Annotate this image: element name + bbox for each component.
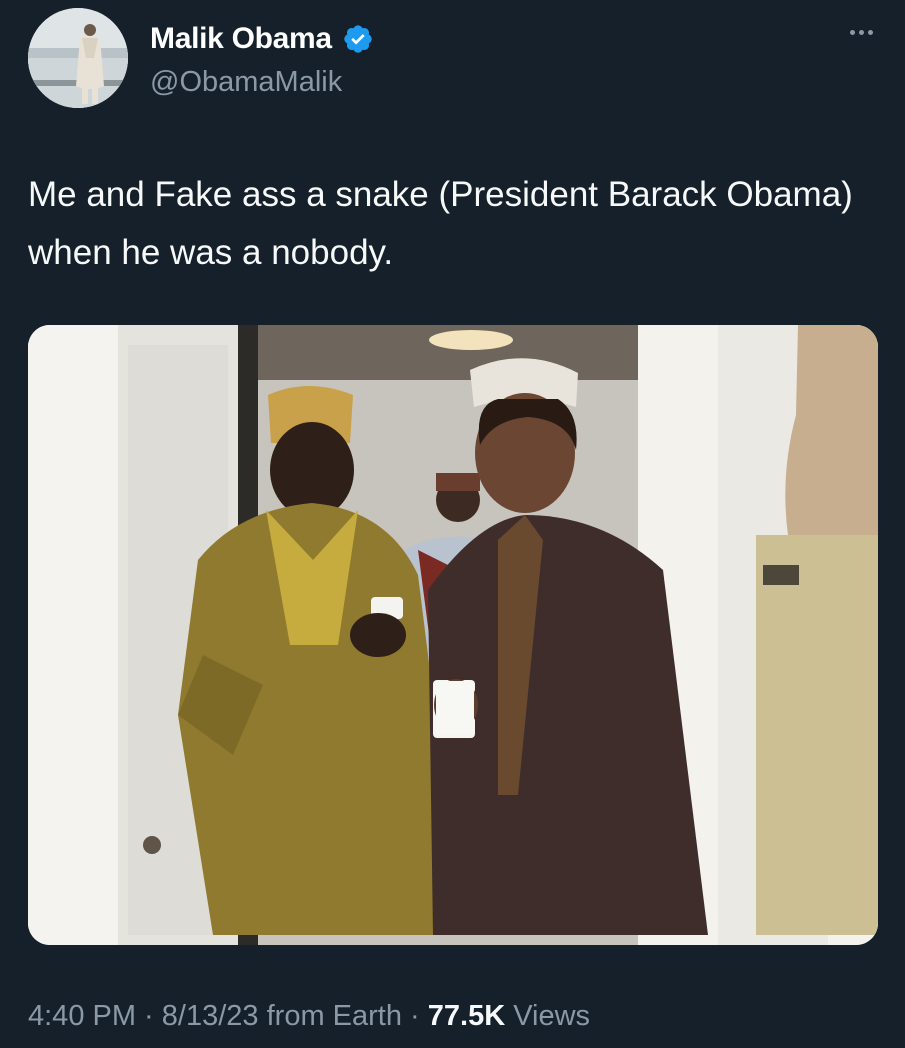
meta-separator: ·: [136, 1000, 162, 1032]
views-count[interactable]: 77.5K: [428, 1000, 505, 1032]
tweet-time[interactable]: 4:40 PM: [28, 1000, 136, 1032]
more-dot: [859, 30, 864, 35]
tweet-text: Me and Fake ass a snake (President Barac…: [28, 175, 853, 272]
tweet-card: Malik Obama @ObamaMalik Me and Fake ass …: [0, 0, 905, 1048]
more-dot: [868, 30, 873, 35]
avatar[interactable]: [28, 8, 128, 108]
author-handle[interactable]: @ObamaMalik: [150, 66, 342, 99]
tweet-source: from Earth: [258, 1000, 402, 1032]
author-name-row[interactable]: Malik Obama: [150, 22, 374, 56]
more-dot: [850, 30, 855, 35]
avatar-image: [28, 8, 128, 108]
photo-image: [28, 325, 878, 945]
verified-badge-icon: [344, 25, 372, 53]
meta-separator: ·: [401, 1000, 428, 1032]
views-label: Views: [505, 1000, 591, 1032]
tweet-photo[interactable]: [28, 325, 878, 945]
tweet-meta: 4:40 PM · 8/13/23 from Earth · 77.5K Vie…: [28, 1000, 590, 1033]
author-display-name[interactable]: Malik Obama: [150, 22, 332, 56]
tweet-date[interactable]: 8/13/23: [162, 1000, 259, 1032]
more-options-icon[interactable]: [850, 30, 873, 35]
